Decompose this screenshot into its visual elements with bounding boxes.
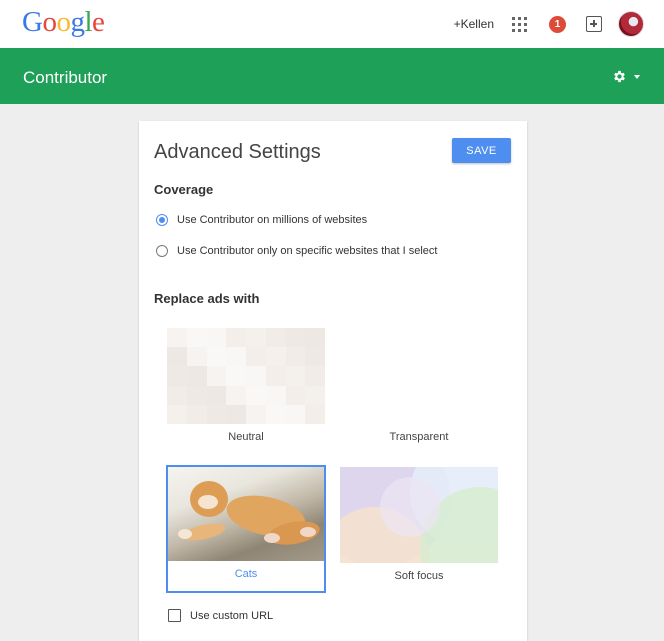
gear-icon <box>614 70 625 83</box>
tile-neutral[interactable]: Neutral <box>167 328 325 454</box>
replace-ads-heading: Replace ads with <box>154 291 260 306</box>
cat-photo <box>168 467 324 561</box>
settings-menu-button[interactable] <box>612 69 640 84</box>
logo-letter: e <box>92 6 105 38</box>
coverage-option-label: Use Contributor only on specific website… <box>177 245 438 257</box>
coverage-option-millions[interactable]: Use Contributor on millions of websites <box>156 214 367 226</box>
caret-down-icon <box>634 74 640 79</box>
radio-unselected[interactable] <box>156 245 168 257</box>
tile-cats[interactable]: Cats <box>166 465 326 593</box>
neutral-thumbnail <box>167 328 325 424</box>
logo-letter: G <box>22 6 43 38</box>
coverage-option-label: Use Contributor on millions of websites <box>177 214 368 226</box>
profile-link[interactable]: +Kellen <box>454 17 494 31</box>
coverage-heading: Coverage <box>154 182 214 197</box>
tile-soft-focus[interactable]: Soft focus <box>340 467 498 593</box>
save-button[interactable]: SAVE <box>452 138 511 163</box>
tile-label: Transparent <box>389 431 449 443</box>
transparent-thumbnail <box>340 328 498 424</box>
logo-letter: o <box>42 6 57 38</box>
custom-url-option[interactable]: Use custom URL <box>168 609 273 622</box>
app-header: Contributor <box>0 48 664 104</box>
custom-url-checkbox[interactable] <box>168 609 181 622</box>
radio-selected[interactable] <box>156 214 168 226</box>
app-title: Contributor <box>23 68 108 87</box>
logo-letter: g <box>70 6 85 38</box>
tile-label: Cats <box>234 568 258 580</box>
notification-badge[interactable]: 1 <box>549 15 566 33</box>
google-logo[interactable]: Google <box>22 6 105 39</box>
google-bar: Google +Kellen 1 <box>0 0 664 48</box>
logo-letter: l <box>84 6 93 38</box>
custom-url-label: Use custom URL <box>190 609 274 622</box>
google-bar-actions: +Kellen 1 <box>454 10 644 38</box>
coverage-option-specific[interactable]: Use Contributor only on specific website… <box>156 245 437 257</box>
tile-label: Soft focus <box>394 570 444 582</box>
tile-transparent[interactable]: Transparent <box>340 328 498 454</box>
advanced-settings-card: Advanced Settings SAVE Coverage Use Cont… <box>139 121 527 641</box>
tile-label: Neutral <box>228 431 264 443</box>
logo-letter: o <box>56 6 71 38</box>
apps-grid-icon[interactable] <box>512 16 527 32</box>
page-title: Advanced Settings <box>154 141 321 163</box>
avatar[interactable] <box>618 11 644 37</box>
soft-focus-thumbnail <box>340 467 498 563</box>
plus-box-icon[interactable] <box>586 16 602 32</box>
